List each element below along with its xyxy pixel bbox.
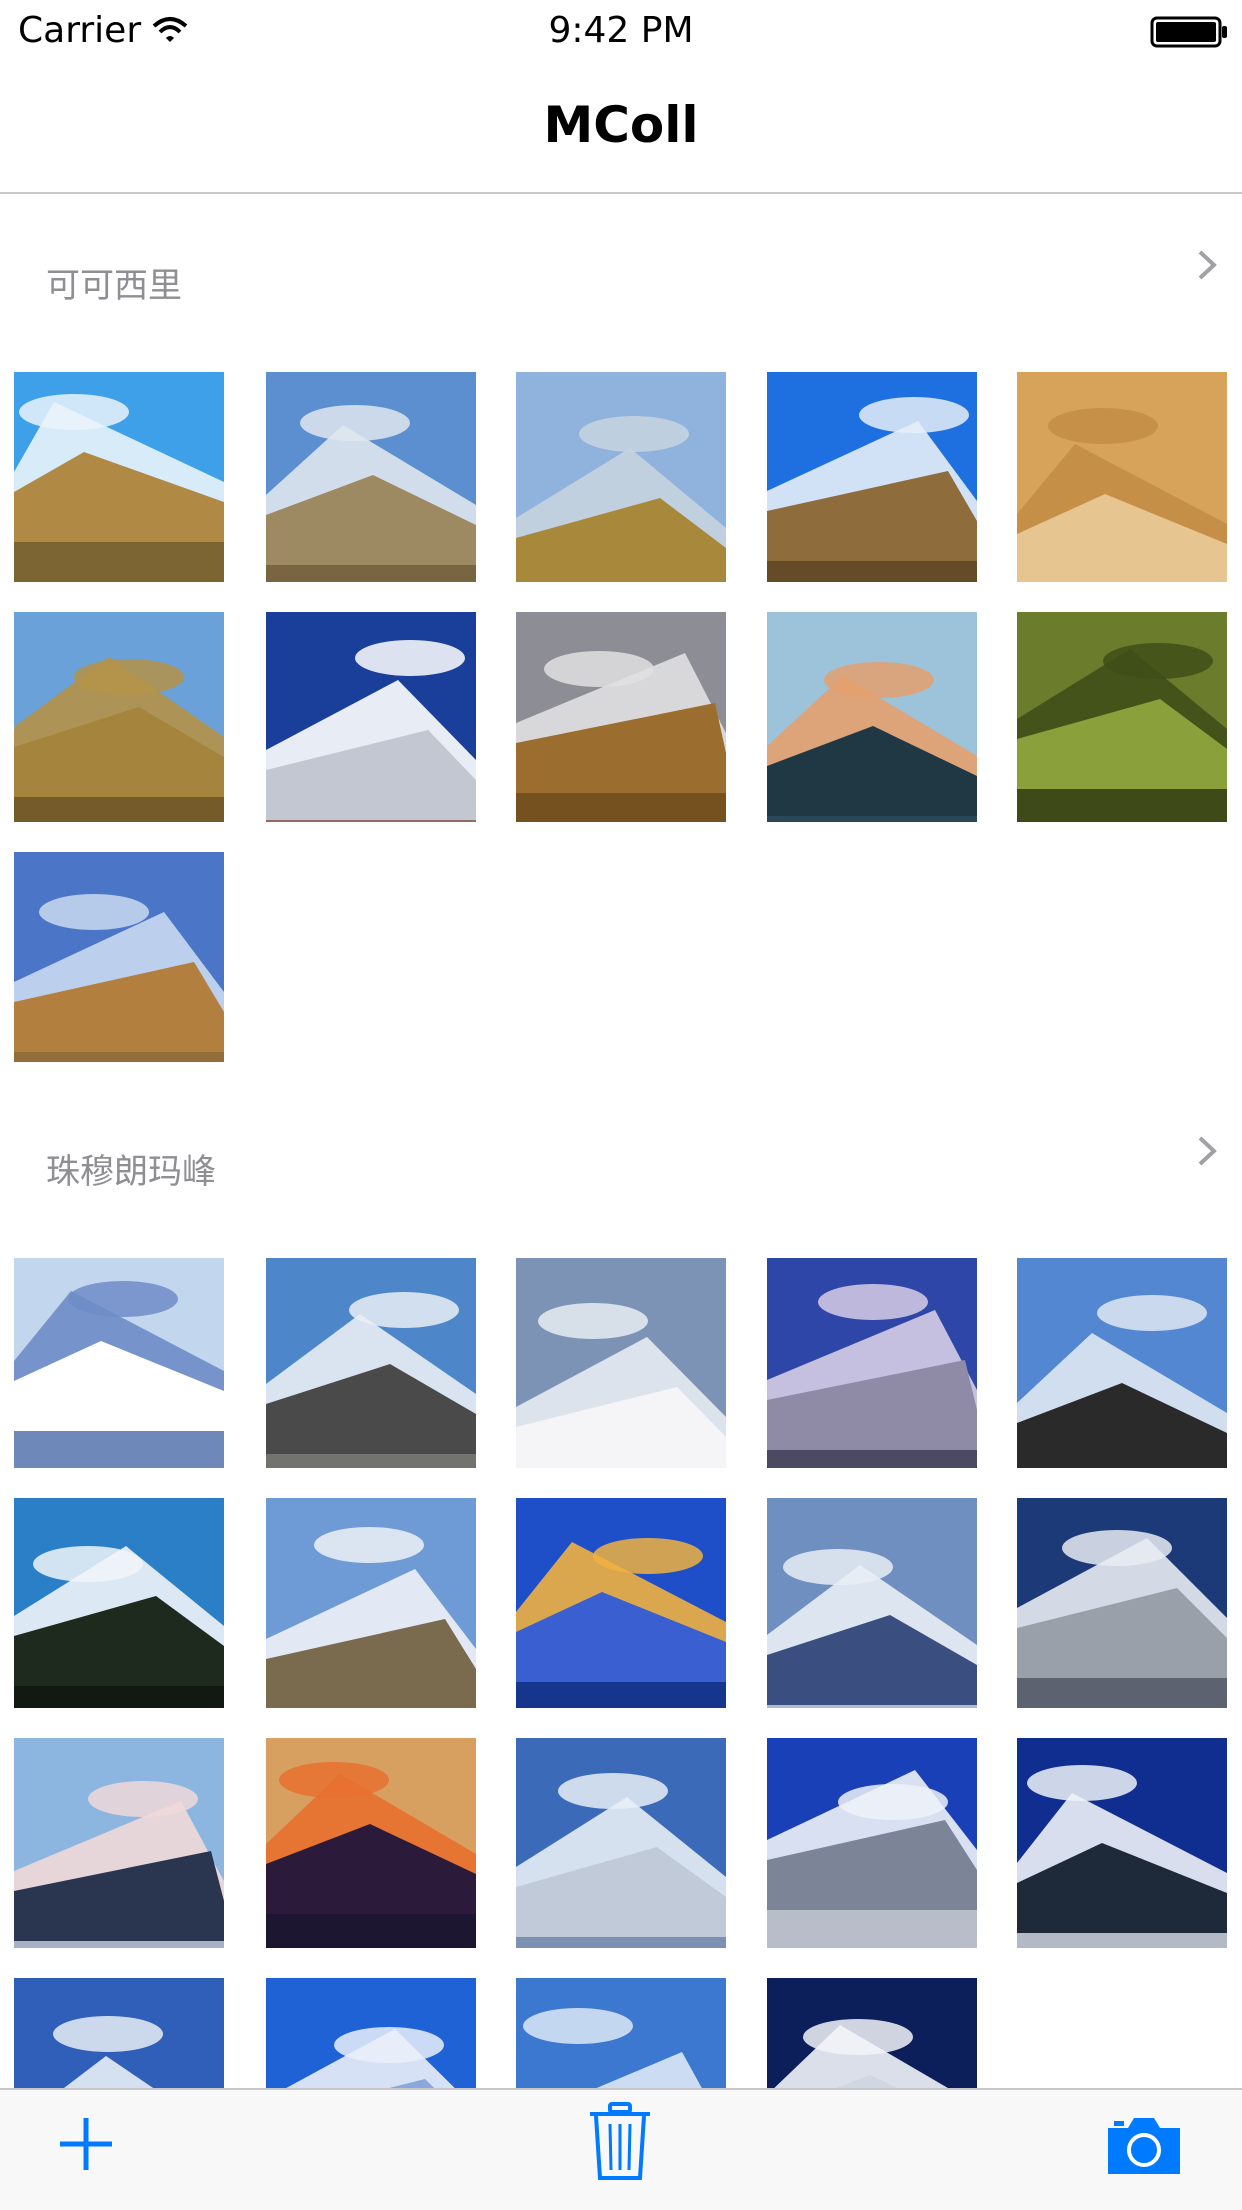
snow-peak-photo[interactable] xyxy=(266,612,476,822)
storm-plain-photo[interactable] xyxy=(516,612,726,822)
status-time: 9:42 PM xyxy=(548,10,694,51)
chevron-right-icon[interactable] xyxy=(1196,248,1220,286)
climber-slope-photo[interactable] xyxy=(516,1258,726,1468)
cloudy-hill-photo[interactable] xyxy=(266,372,476,582)
pink-peak-photo[interactable] xyxy=(14,1738,224,1948)
bottom-toolbar xyxy=(0,2088,1242,2210)
section-title: 珠穆朗玛峰 xyxy=(46,1152,216,1192)
blue-sky-plain-photo[interactable] xyxy=(767,372,977,582)
trash-icon[interactable] xyxy=(588,2102,652,2186)
status-bar: Carrier 9:42 PM xyxy=(0,0,1242,60)
tree-silhouette-peak-photo[interactable] xyxy=(14,1498,224,1708)
distant-peak-photo[interactable] xyxy=(516,1978,726,2088)
photo-collection[interactable]: 可可西里 珠穆朗玛峰 xyxy=(0,194,1242,2088)
navigation-bar: MColl xyxy=(0,60,1242,194)
plus-icon[interactable] xyxy=(56,2114,116,2178)
aerial-range-photo[interactable] xyxy=(516,1738,726,1948)
alpaca-photo[interactable] xyxy=(1017,372,1227,582)
blue-peak-photo[interactable] xyxy=(14,1978,224,2088)
section-title: 可可西里 xyxy=(46,266,182,306)
cloud-sea-photo[interactable] xyxy=(14,1258,224,1468)
stupa-peak-photo[interactable] xyxy=(266,1498,476,1708)
rocky-ridge-photo[interactable] xyxy=(266,1258,476,1468)
snow-massif-photo[interactable] xyxy=(1017,1498,1227,1708)
section-header[interactable]: 可可西里 xyxy=(0,194,1242,364)
cloudy-valley-photo[interactable] xyxy=(767,1498,977,1708)
white-clouds-photo[interactable] xyxy=(767,1978,977,2088)
sunset-peak-photo[interactable] xyxy=(266,1738,476,1948)
wing-view-photo[interactable] xyxy=(767,1738,977,1948)
purple-peak-photo[interactable] xyxy=(767,1258,977,1468)
battery-icon xyxy=(1150,16,1230,52)
deer-photo[interactable] xyxy=(14,852,224,1062)
camera-icon[interactable] xyxy=(1104,2116,1184,2180)
antelope-grassland-photo[interactable] xyxy=(14,612,224,822)
everest-river-photo[interactable] xyxy=(1017,1258,1227,1468)
golden-peak-photo[interactable] xyxy=(516,1498,726,1708)
page-title: MColl xyxy=(543,96,699,154)
antelope-herd-photo[interactable] xyxy=(516,372,726,582)
cloud-peak-photo[interactable] xyxy=(1017,1738,1227,1948)
sunset-lake-photo[interactable] xyxy=(767,612,977,822)
sky-range-photo[interactable] xyxy=(266,1978,476,2088)
chevron-right-icon[interactable] xyxy=(1196,1134,1220,1172)
forest-photo[interactable] xyxy=(1017,612,1227,822)
section-header[interactable]: 珠穆朗玛峰 xyxy=(0,1080,1242,1250)
lake-shore-photo[interactable] xyxy=(14,372,224,582)
